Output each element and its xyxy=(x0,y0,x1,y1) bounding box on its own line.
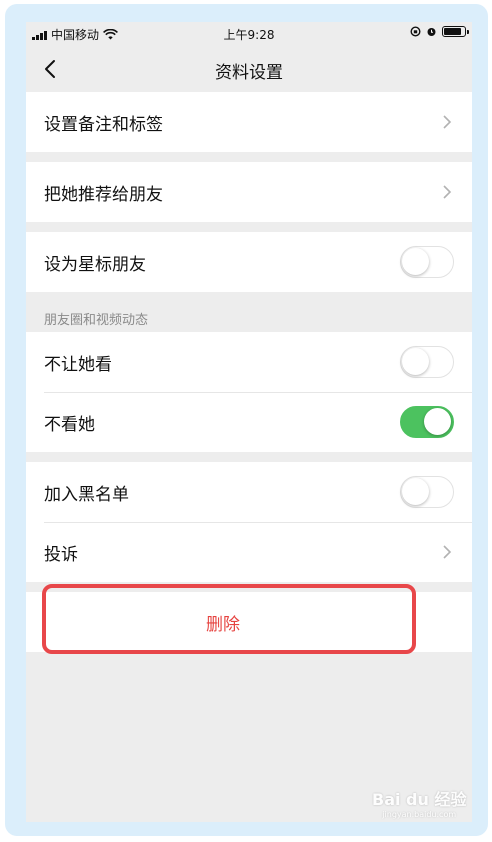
blacklist-group: 加入黑名单 投诉 xyxy=(26,462,472,582)
moments-group: 不让她看 不看她 xyxy=(26,332,472,452)
hide-hers-label: 不看她 xyxy=(44,414,95,435)
alarm-icon xyxy=(427,28,436,36)
moments-section-header: 朋友圈和视频动态 xyxy=(44,313,149,328)
remark-group: 设置备注和标签 xyxy=(26,92,472,152)
chevron-right-icon xyxy=(443,545,452,559)
hide-hers-row: 不看她 xyxy=(26,392,472,452)
orientation-lock-icon xyxy=(410,26,421,37)
watermark-brand: Bai du 经验 xyxy=(372,790,467,809)
blacklist-label: 加入黑名单 xyxy=(44,484,129,505)
phone-screen: 中国移动 上午9:28 资料设置 设置备注和标签 把她推荐给朋友 设为星标朋友 xyxy=(26,22,472,822)
star-toggle[interactable] xyxy=(400,246,454,278)
delete-highlight-box xyxy=(42,584,416,654)
remark-label: 设置备注和标签 xyxy=(44,114,163,135)
status-bar: 中国移动 上午9:28 xyxy=(26,22,472,46)
star-row: 设为星标朋友 xyxy=(26,232,472,292)
nav-bar: 资料设置 xyxy=(26,46,472,92)
recommend-row[interactable]: 把她推荐给朋友 xyxy=(26,162,472,222)
blacklist-toggle[interactable] xyxy=(400,476,454,508)
status-time: 上午9:28 xyxy=(223,28,275,42)
watermark-url: jingyan.baidu.com xyxy=(382,810,457,819)
chevron-right-icon xyxy=(443,185,452,199)
status-right xyxy=(410,26,469,37)
hide-mine-label: 不让她看 xyxy=(44,354,112,375)
complain-row[interactable]: 投诉 xyxy=(26,522,472,582)
recommend-label: 把她推荐给朋友 xyxy=(44,184,163,205)
page-title: 资料设置 xyxy=(215,63,283,83)
hide-mine-row: 不让她看 xyxy=(26,332,472,392)
recommend-group: 把她推荐给朋友 xyxy=(26,162,472,222)
battery-icon xyxy=(442,26,469,37)
hide-mine-toggle[interactable] xyxy=(400,346,454,378)
chevron-right-icon xyxy=(443,115,452,129)
remark-row[interactable]: 设置备注和标签 xyxy=(26,92,472,152)
complain-label: 投诉 xyxy=(44,544,78,565)
star-group: 设为星标朋友 xyxy=(26,232,472,292)
blacklist-row: 加入黑名单 xyxy=(26,462,472,522)
baidu-watermark: Bai du 经验 jingyan.baidu.com xyxy=(372,786,466,819)
star-label: 设为星标朋友 xyxy=(44,254,146,275)
hide-hers-toggle[interactable] xyxy=(400,406,454,438)
